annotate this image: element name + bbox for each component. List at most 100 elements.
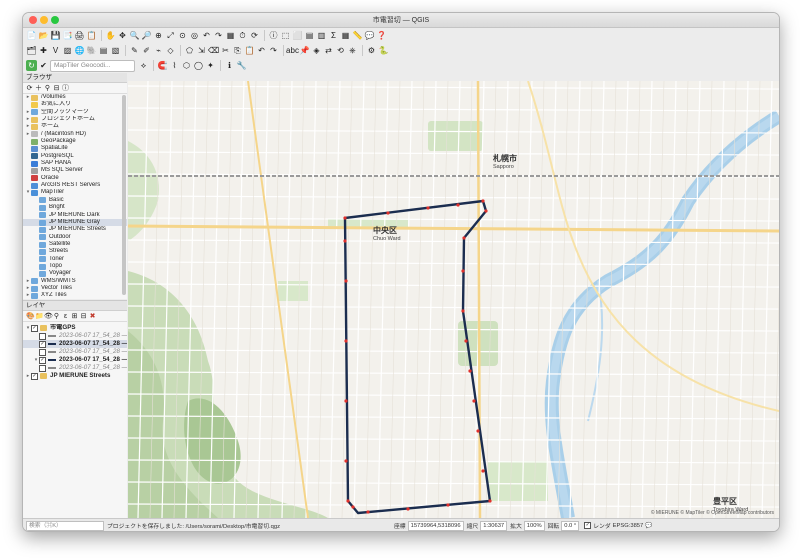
- browser-item[interactable]: ▾ MapTiler: [23, 189, 127, 197]
- layer-visibility-checkbox[interactable]: [39, 348, 46, 356]
- browser-item[interactable]: お気に入り: [23, 101, 127, 109]
- save-project-icon[interactable]: 💾: [50, 30, 61, 41]
- browser-item[interactable]: ▸/Volumes: [23, 94, 127, 101]
- layer-visibility-checkbox[interactable]: [39, 332, 46, 340]
- browser-item[interactable]: JP MIERUNE Gray: [23, 218, 127, 227]
- toggle-editing-icon[interactable]: ✎: [129, 45, 140, 56]
- browser-item[interactable]: JP MIERUNE Dark: [23, 212, 127, 219]
- map-canvas[interactable]: 札幌市 Sapporo 中央区 Chuo Ward 豊平区 Toyohira Ward ©…: [128, 81, 779, 518]
- plugin-check-icon[interactable]: ✔: [38, 60, 49, 71]
- cut-icon[interactable]: ✂: [220, 45, 231, 56]
- add-wms-icon[interactable]: 🌐: [74, 45, 85, 56]
- label-icon[interactable]: abc: [286, 45, 299, 56]
- maptiler-geocoder-input[interactable]: MapTiler Geocodi...: [50, 59, 135, 72]
- zoom-last-icon[interactable]: ↶: [201, 30, 212, 41]
- refresh-icon[interactable]: ⟳: [26, 85, 33, 92]
- vertex-tool-icon[interactable]: ◇: [165, 45, 176, 56]
- select-by-value-icon[interactable]: ▤: [304, 30, 315, 41]
- layer-item[interactable]: 2023-06-07 17_54_28 —: [23, 332, 127, 340]
- browser-item[interactable]: SAP HANA: [23, 160, 127, 167]
- zoom-native-icon[interactable]: ⊕: [153, 30, 164, 41]
- browser-item[interactable]: Bright: [23, 204, 127, 211]
- collapse-all-icon[interactable]: ⊟: [53, 85, 60, 92]
- annotation-icon[interactable]: 💬: [364, 30, 375, 41]
- browser-scrollbar[interactable]: [122, 95, 126, 295]
- label-show-icon[interactable]: ◈: [311, 45, 322, 56]
- rotation-field[interactable]: 0.0 °: [561, 520, 580, 531]
- render-checkbox[interactable]: ✓: [584, 522, 592, 529]
- layer-item[interactable]: ▸ ✓ JP MIERUNE Streets: [23, 372, 127, 380]
- locator-search-input[interactable]: 検索（⌘K）: [26, 520, 104, 531]
- zoom-next-icon[interactable]: ↷: [213, 30, 224, 41]
- print-layout-icon[interactable]: 🖨: [74, 30, 85, 41]
- zoom-full-icon[interactable]: ⤢: [165, 30, 176, 41]
- new-layer-icon[interactable]: ✚: [38, 45, 49, 56]
- add-layer-icon[interactable]: ＋: [35, 85, 42, 92]
- python-console-icon[interactable]: 🐍: [378, 45, 389, 56]
- zoom-to-layer-icon[interactable]: ◎: [189, 30, 200, 41]
- shape-icon[interactable]: ⬡: [181, 60, 192, 71]
- save-edits-icon[interactable]: ✐: [141, 45, 152, 56]
- circle-icon[interactable]: ◯: [193, 60, 204, 71]
- browser-item[interactable]: Streets: [23, 248, 127, 255]
- messages-icon[interactable]: 💬: [645, 523, 652, 529]
- browser-item[interactable]: ▸ プロジェクトホーム: [23, 116, 127, 123]
- filter-legend-icon[interactable]: ⚲: [53, 313, 60, 320]
- plugin-green-icon[interactable]: ↻: [26, 60, 37, 71]
- layout-manager-icon[interactable]: 📋: [86, 30, 97, 41]
- info-icon[interactable]: ℹ: [224, 60, 235, 71]
- advanced-digitizing-icon[interactable]: ⟡: [138, 60, 149, 71]
- label-change-icon[interactable]: ⎈: [347, 45, 358, 56]
- copy-icon[interactable]: ⎘: [232, 45, 243, 56]
- browser-item[interactable]: Oracle: [23, 175, 127, 182]
- browser-item[interactable]: Basic: [23, 197, 127, 204]
- layer-item[interactable]: ▾ ✓ 2023-06-07 17_54_28 —: [23, 356, 127, 364]
- data-source-manager-icon[interactable]: 🗂: [26, 45, 37, 56]
- save-as-icon[interactable]: 📑: [62, 30, 73, 41]
- attribute-table-icon[interactable]: ▦: [340, 30, 351, 41]
- new-map-view-icon[interactable]: ▦: [225, 30, 236, 41]
- browser-item[interactable]: ArcGIS REST Servers: [23, 182, 127, 189]
- browser-item[interactable]: ▸ ホーム: [23, 123, 127, 131]
- zoom-to-selection-icon[interactable]: ⊙: [177, 30, 188, 41]
- coord-field[interactable]: 15739964,5318096: [407, 520, 464, 531]
- layer-item[interactable]: 2023-06-07 17_54_28 —: [23, 348, 127, 356]
- delete-feature-icon[interactable]: ⌫: [208, 45, 219, 56]
- crs-button[interactable]: EPSG:3857: [613, 523, 644, 529]
- layer-visibility-checkbox[interactable]: ✓: [39, 356, 46, 364]
- tracing-icon[interactable]: ⌇: [169, 60, 180, 71]
- browser-item[interactable]: ▸ 空間ブックマーク: [23, 109, 127, 116]
- add-virtual-icon[interactable]: ▧: [110, 45, 121, 56]
- snapping-icon[interactable]: 🧲: [157, 60, 168, 71]
- browser-item[interactable]: ▸ WMS/WMTS: [23, 278, 127, 285]
- statistics-icon[interactable]: Σ: [328, 30, 339, 41]
- label-pin-icon[interactable]: 📌: [299, 45, 310, 56]
- browser-item[interactable]: Toner: [23, 256, 127, 263]
- browser-item[interactable]: ▸ XYZ Tiles: [23, 292, 127, 299]
- measure-icon[interactable]: 📏: [352, 30, 363, 41]
- add-delimited-icon[interactable]: ▤: [98, 45, 109, 56]
- remove-layer-icon[interactable]: ✖: [89, 313, 96, 320]
- pan-to-selection-icon[interactable]: ✥: [117, 30, 128, 41]
- zoom-out-icon[interactable]: 🔎: [141, 30, 152, 41]
- open-project-icon[interactable]: 📂: [38, 30, 49, 41]
- layer-item[interactable]: ✓ 2023-06-07 17_54_28 —: [23, 340, 127, 348]
- map-svg[interactable]: 札幌市Sapporo中央区Chuo Ward豊平区Toyohira Ward ©…: [128, 81, 779, 518]
- refresh-icon[interactable]: ⟳: [249, 30, 260, 41]
- browser-item[interactable]: GeoPackage: [23, 138, 127, 145]
- expression-filter-icon[interactable]: ε: [62, 313, 69, 320]
- browser-item[interactable]: ▸ Vector Tiles: [23, 285, 127, 292]
- undo-icon[interactable]: ↶: [256, 45, 267, 56]
- browser-item[interactable]: SpatiaLite: [23, 145, 127, 153]
- identify-icon[interactable]: ⓘ: [268, 30, 279, 41]
- style-icon[interactable]: 🎨: [26, 313, 35, 320]
- tools-icon[interactable]: 🔧: [236, 60, 247, 71]
- new-project-icon[interactable]: 📄: [26, 30, 37, 41]
- expand-all-icon[interactable]: ⊞: [71, 313, 78, 320]
- redo-icon[interactable]: ↷: [268, 45, 279, 56]
- add-group-icon[interactable]: 📁: [35, 313, 44, 320]
- paste-icon[interactable]: 📋: [244, 45, 255, 56]
- browser-item[interactable]: Topo: [23, 263, 127, 270]
- select-features-icon[interactable]: ⬚: [280, 30, 291, 41]
- move-feature-icon[interactable]: ⇲: [196, 45, 207, 56]
